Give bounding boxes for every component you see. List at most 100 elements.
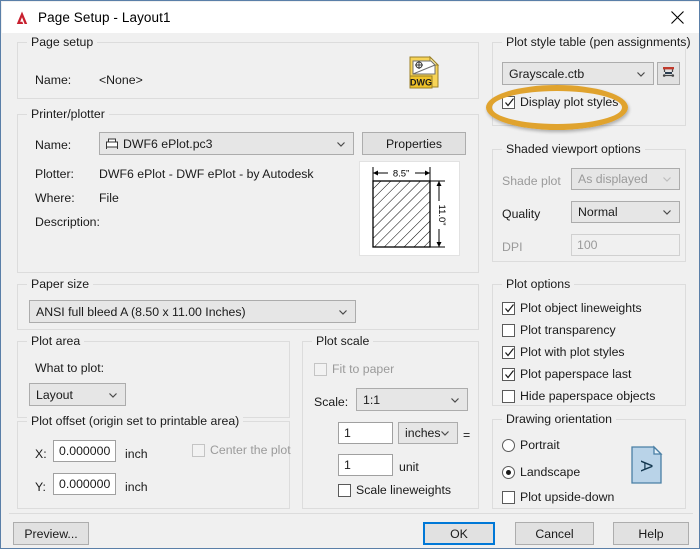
plot-with-plot-styles-checkbox[interactable]: Plot with plot styles: [502, 345, 625, 359]
plot-options-group: Plot options Plot object lineweights Plo…: [492, 277, 686, 406]
checkbox-box: [502, 345, 515, 359]
checkmark-icon: [505, 97, 514, 106]
scale-numerator-value: 1: [344, 426, 351, 440]
radio-circle: [502, 465, 515, 479]
ok-button-label: OK: [450, 526, 468, 541]
plot-paperspace-last-checkbox[interactable]: Plot paperspace last: [502, 367, 631, 381]
ok-button[interactable]: OK: [423, 522, 495, 545]
where-value: File: [99, 191, 119, 205]
page-setup-dialog: Page Setup - Layout1 Page setup Name: <N…: [0, 0, 700, 549]
dpi-input: 100: [571, 234, 680, 256]
scale-lineweights-label: Scale lineweights: [356, 483, 452, 497]
what-to-plot-combo[interactable]: Layout: [29, 383, 126, 406]
quality-value: Normal: [578, 205, 618, 219]
paper-size-legend: Paper size: [27, 277, 94, 291]
printer-name-combo[interactable]: DWF6 ePlot.pc3: [99, 132, 354, 155]
paper-size-group: Paper size ANSI full bleed A (8.50 x 11.…: [17, 277, 479, 330]
plot-offset-y-input[interactable]: 0.000000: [53, 473, 116, 495]
drawing-orientation-legend: Drawing orientation: [502, 412, 616, 426]
plot-offset-y-unit: inch: [125, 480, 148, 494]
scale-combo[interactable]: 1:1: [356, 388, 468, 411]
hide-paperspace-objects-checkbox[interactable]: Hide paperspace objects: [502, 389, 655, 403]
cancel-button[interactable]: Cancel: [515, 522, 594, 545]
preview-button[interactable]: Preview...: [13, 522, 89, 545]
chevron-down-icon: [662, 207, 672, 217]
properties-button[interactable]: Properties: [362, 132, 466, 155]
svg-text:A: A: [637, 460, 656, 472]
plot-scale-group: Plot scale Fit to paper Scale: 1:1 1 inc…: [302, 334, 479, 509]
plot-offset-x-value: 0.000000: [59, 444, 111, 458]
shade-plot-combo: As displayed: [571, 168, 680, 190]
dwg-file-icon: DWG: [404, 52, 444, 97]
shade-plot-value: As displayed: [578, 172, 648, 186]
svg-text:8.5”: 8.5”: [393, 169, 409, 180]
close-icon[interactable]: [654, 2, 699, 33]
where-label: Where:: [35, 191, 75, 205]
chevron-down-icon: [450, 395, 460, 405]
page-setup-legend: Page setup: [27, 35, 98, 49]
scale-denominator-input[interactable]: 1: [338, 454, 393, 476]
landscape-page-icon: A: [630, 445, 664, 490]
properties-button-label: Properties: [385, 136, 443, 151]
chevron-down-icon: [336, 139, 346, 149]
plot-offset-x-input[interactable]: 0.000000: [53, 440, 116, 462]
scale-numerator-input[interactable]: 1: [338, 422, 393, 444]
plotter-value: DWF6 ePlot - DWF ePlot - by Autodesk: [99, 167, 314, 181]
footer-divider: [9, 513, 693, 514]
paper-size-combo[interactable]: ANSI full bleed A (8.50 x 11.00 Inches): [29, 300, 356, 323]
plot-options-item-label: Plot object lineweights: [520, 301, 642, 315]
drawing-orientation-group: Drawing orientation Portrait Landscape P…: [492, 412, 686, 509]
preview-button-label: Preview...: [24, 526, 78, 541]
paper-size-value: ANSI full bleed A (8.50 x 11.00 Inches): [36, 304, 246, 319]
center-the-plot-checkbox[interactable]: Center the plot: [192, 443, 291, 457]
plotter-label: Plotter:: [35, 167, 74, 181]
landscape-radio[interactable]: Landscape: [502, 465, 580, 479]
plot-offset-y-label: Y:: [35, 480, 46, 494]
chevron-down-icon: [636, 69, 646, 79]
dpi-value: 100: [577, 238, 598, 252]
plot-object-lineweights-checkbox[interactable]: Plot object lineweights: [502, 301, 642, 315]
checkmark-icon: [505, 369, 514, 378]
plot-style-table-legend: Plot style table (pen assignments): [502, 35, 695, 49]
plot-style-table-combo[interactable]: Grayscale.ctb: [502, 62, 654, 85]
plot-style-table-group: Plot style table (pen assignments) Grays…: [492, 35, 695, 126]
checkbox-box: [502, 323, 515, 337]
scale-lineweights-checkbox[interactable]: Scale lineweights: [338, 483, 451, 497]
plot-scale-legend: Plot scale: [312, 334, 374, 348]
plot-offset-group: Plot offset (origin set to printable are…: [17, 414, 291, 509]
plot-transparency-checkbox[interactable]: Plot transparency: [502, 323, 616, 337]
fit-to-paper-checkbox[interactable]: Fit to paper: [314, 362, 394, 376]
scale-units-combo[interactable]: inches: [398, 422, 458, 444]
help-button[interactable]: Help: [613, 522, 689, 545]
display-plot-styles-label: Display plot styles: [520, 95, 619, 109]
scale-value: 1:1: [363, 392, 381, 407]
svg-text:DWG: DWG: [410, 78, 432, 88]
plot-area-legend: Plot area: [27, 334, 85, 348]
radio-dot: [506, 469, 511, 475]
help-button-label: Help: [638, 526, 664, 541]
plot-style-edit-icon: [661, 64, 676, 84]
checkbox-box: [502, 367, 515, 381]
plot-area-group: Plot area What to plot: Layout: [17, 334, 290, 418]
plot-offset-x-unit: inch: [125, 447, 148, 461]
checkbox-box: [192, 443, 205, 457]
paper-preview-drawing: 8.5” 11.0”: [372, 167, 447, 248]
landscape-label: Landscape: [520, 465, 581, 479]
page-setup-group: Page setup Name: <None> DWG: [17, 35, 479, 99]
printer-plotter-legend: Printer/plotter: [27, 107, 109, 121]
quality-combo[interactable]: Normal: [571, 201, 680, 223]
printer-name-label: Name:: [35, 138, 72, 152]
portrait-radio[interactable]: Portrait: [502, 438, 560, 452]
checkbox-box: [314, 362, 327, 376]
plot-options-item-label: Plot paperspace last: [520, 367, 632, 381]
autocad-a-logo-icon: [13, 9, 31, 27]
plot-style-edit-button[interactable]: [657, 62, 680, 85]
chevron-down-icon: [108, 390, 118, 400]
checkbox-box: [502, 490, 515, 504]
printer-name-value: DWF6 ePlot.pc3: [123, 136, 213, 151]
display-plot-styles-checkbox[interactable]: Display plot styles: [502, 95, 618, 109]
center-the-plot-label: Center the plot: [210, 443, 291, 457]
svg-text:11.0”: 11.0”: [436, 205, 447, 226]
plot-upside-down-checkbox[interactable]: Plot upside-down: [502, 490, 614, 504]
quality-label: Quality: [502, 207, 541, 221]
